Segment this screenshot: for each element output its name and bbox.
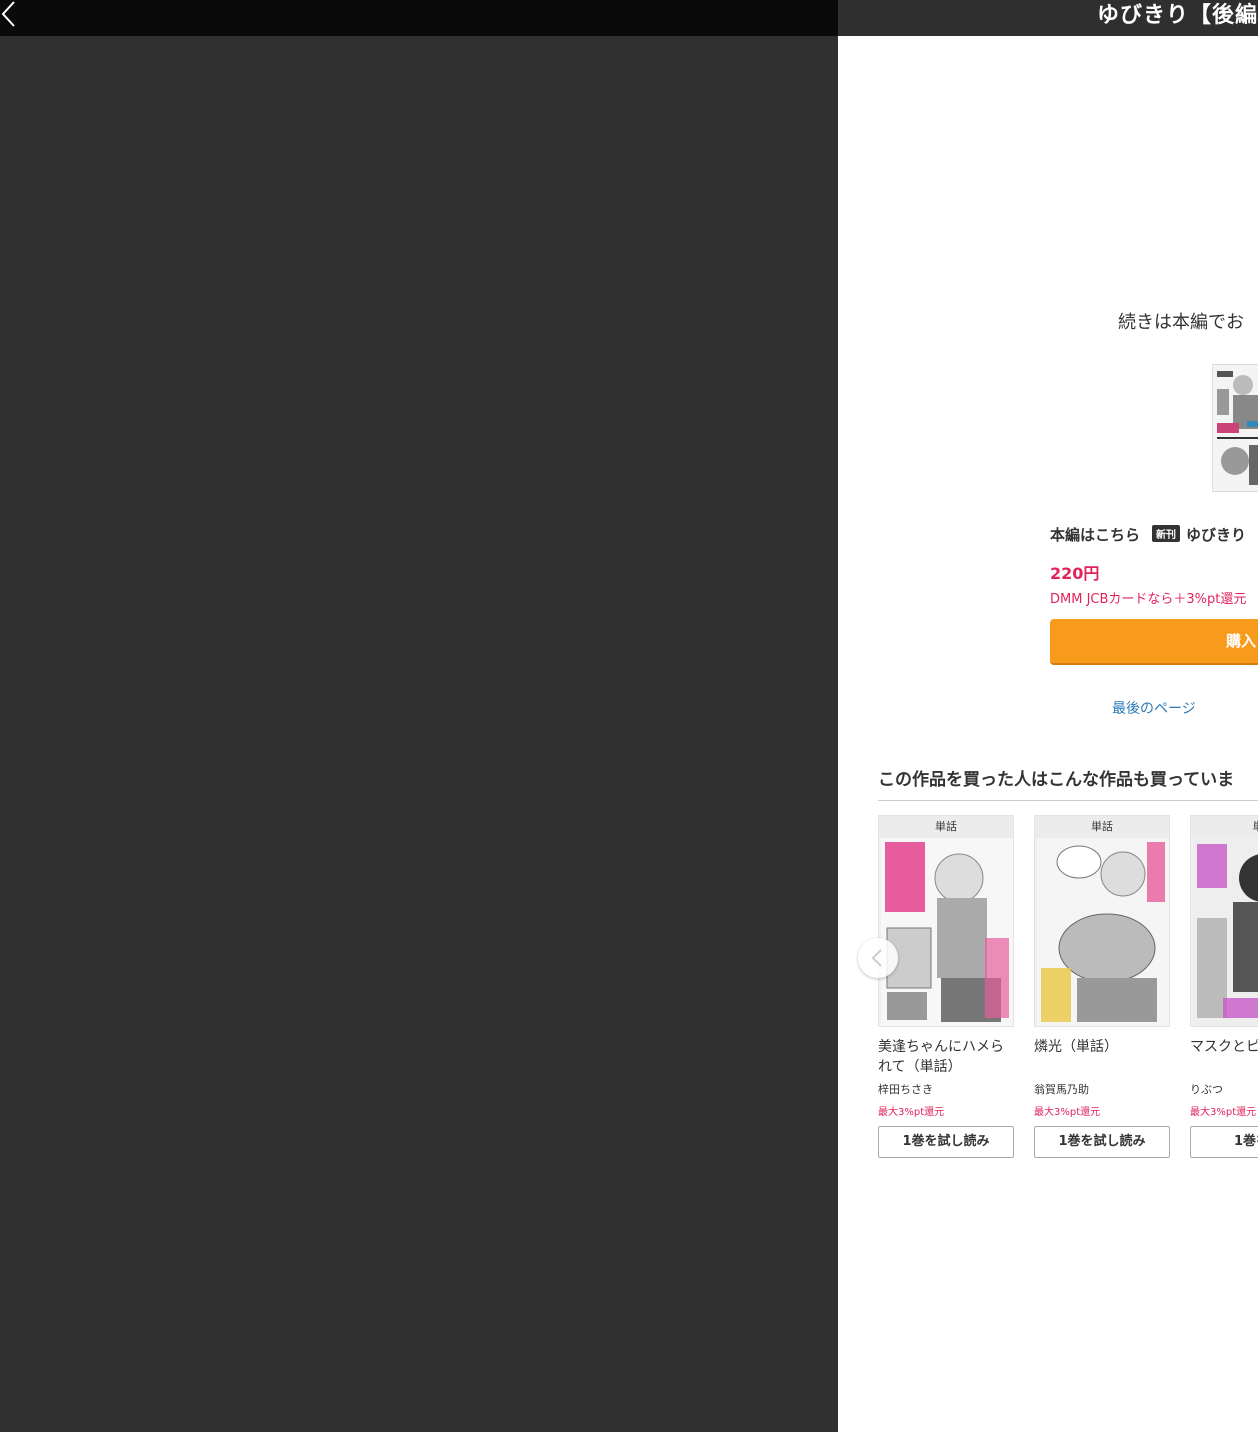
recommendation-card[interactable]: 単 マスクとピ（単話） りぶつ 最大3%pt還元 1巻を試 xyxy=(1190,815,1258,1158)
recommendations-heading: この作品を買った人はこんな作品も買っていま xyxy=(878,765,1258,801)
recommendation-title[interactable]: 燐光（単話） xyxy=(1034,1037,1170,1077)
buy-button[interactable]: 購入 xyxy=(1050,619,1258,665)
point-return-note: 最大3%pt還元 xyxy=(1190,1107,1257,1118)
page-title: ゆびきり【後編 xyxy=(1097,3,1258,28)
recommendation-card[interactable]: 単話 美逢ちゃんにハメられて（単話） 梓田ちさき 最大3%pt還元 1巻を試し読… xyxy=(878,815,1014,1158)
new-badge: 新刊 xyxy=(1152,525,1181,542)
last-page-link[interactable]: 最後のページ xyxy=(1112,698,1196,718)
cover-art xyxy=(881,838,1013,1026)
cover-art xyxy=(1193,838,1258,1026)
continue-message: 続きは本編でお xyxy=(1118,312,1244,333)
content-type-label: 単 xyxy=(1191,816,1258,838)
honpen-label: 本編はこちら xyxy=(1050,526,1141,544)
content-type-label: 単話 xyxy=(1035,816,1169,838)
recommendation-author[interactable]: りぶつ xyxy=(1190,1081,1258,1097)
honpen-title[interactable]: ゆびきり xyxy=(1186,526,1246,544)
trial-read-button[interactable]: 1巻を試 xyxy=(1190,1126,1258,1158)
honpen-cover-image[interactable] xyxy=(1212,364,1258,492)
viewer-top-bar xyxy=(0,0,838,36)
trial-read-button[interactable]: 1巻を試し読み xyxy=(1034,1126,1170,1158)
recommendation-cover[interactable]: 単話 xyxy=(1034,815,1170,1027)
price: 220円 xyxy=(1050,564,1100,583)
recommendation-cover[interactable]: 単 xyxy=(1190,815,1258,1027)
chevron-left-icon xyxy=(871,949,882,967)
jcb-point-note: DMM JCBカードなら＋3%pt還元 xyxy=(1050,592,1247,607)
back-button[interactable] xyxy=(0,0,24,32)
recommendation-author[interactable]: 翁賀馬乃助 xyxy=(1034,1081,1170,1097)
trial-read-button[interactable]: 1巻を試し読み xyxy=(878,1126,1014,1158)
recommendation-card[interactable]: 単話 燐光（単話） 翁賀馬乃助 最大3%pt還元 1巻を試し読み xyxy=(1034,815,1170,1158)
content-type-label: 単話 xyxy=(879,816,1013,838)
title-bar: ゆびきり【後編 xyxy=(838,0,1258,36)
end-page-panel: 続きは本編でお 本編はこちら 新刊 ゆびきり 220円 DMM JCBカードなら＋3… xyxy=(838,36,1258,1432)
recommendation-title[interactable]: マスクとピ（単話） xyxy=(1190,1037,1258,1077)
carousel-prev-button[interactable] xyxy=(858,938,898,978)
honpen-row: 本編はこちら 新刊 ゆびきり xyxy=(1050,524,1246,545)
recommendation-author[interactable]: 梓田ちさき xyxy=(878,1081,1014,1097)
recommendation-cover[interactable]: 単話 xyxy=(878,815,1014,1027)
chevron-left-icon xyxy=(1,1,15,27)
point-return-note: 最大3%pt還元 xyxy=(1034,1107,1101,1118)
cover-art xyxy=(1037,838,1169,1026)
point-return-note: 最大3%pt還元 xyxy=(878,1107,945,1118)
recommendation-title[interactable]: 美逢ちゃんにハメられて（単話） xyxy=(878,1037,1014,1077)
viewer-left-page[interactable] xyxy=(0,36,838,1432)
